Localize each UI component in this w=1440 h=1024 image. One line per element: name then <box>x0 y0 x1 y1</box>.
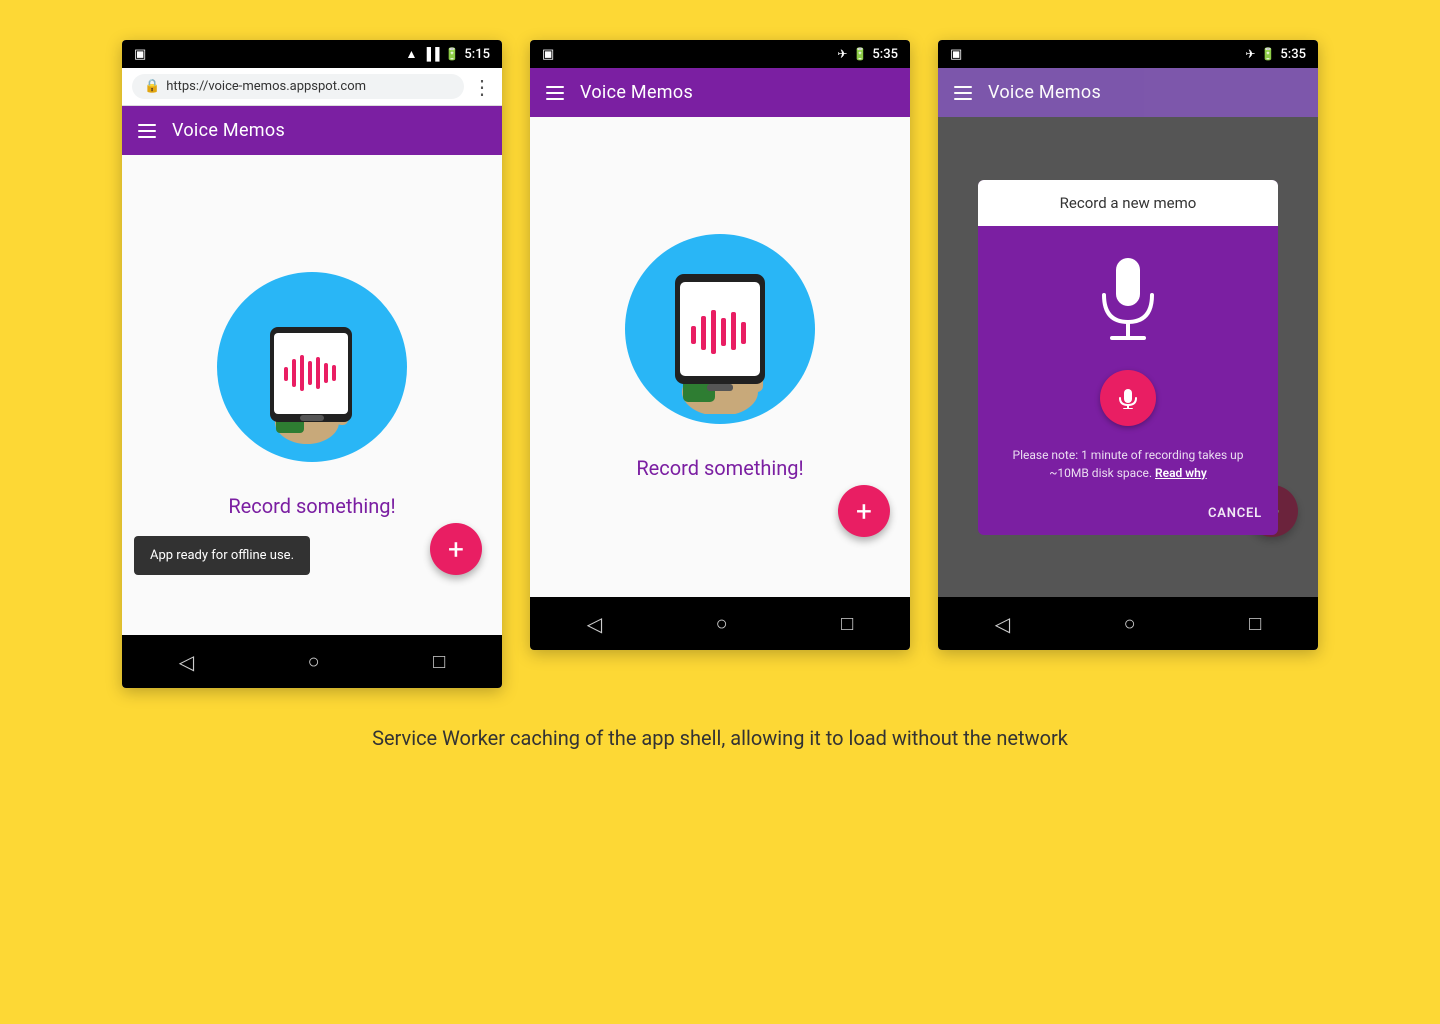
battery-icon-1: 🔋 <box>444 47 459 61</box>
status-bar-3: ▣ ✈ 🔋 5:35 <box>938 40 1318 68</box>
dialog-note: Please note: 1 minute of recording takes… <box>998 446 1258 482</box>
read-why-link[interactable]: Read why <box>1155 466 1207 480</box>
lock-icon: 🔒 <box>144 79 160 94</box>
time-2: 5:35 <box>872 47 898 62</box>
home-button-1[interactable]: ○ <box>308 649 320 674</box>
back-button-3[interactable]: ◁ <box>995 612 1010 636</box>
snackbar-text-1: App ready for offline use. <box>150 548 294 563</box>
home-button-2[interactable]: ○ <box>716 611 728 636</box>
app-toolbar-1: Voice Memos <box>122 106 502 155</box>
app-title-3: Voice Memos <box>988 82 1101 103</box>
time-3: 5:35 <box>1280 47 1306 62</box>
signal-icon-1: ▐▐ <box>422 47 439 61</box>
microphone-icon <box>1088 250 1168 350</box>
more-icon[interactable]: ⋮ <box>472 75 492 99</box>
phone-content-1: Record something! App ready for offline … <box>122 155 502 635</box>
record-memo-dialog: Record a new memo <box>978 180 1278 535</box>
fab-icon-2: + <box>856 495 872 528</box>
record-label-1: Record something! <box>228 494 395 518</box>
dialog-actions: CANCEL <box>978 498 1278 535</box>
hamburger-menu-1[interactable] <box>138 124 156 138</box>
hamburger-menu-2[interactable] <box>546 86 564 100</box>
time-1: 5:15 <box>464 47 490 62</box>
wifi-icon-1: ▲ <box>406 47 418 61</box>
back-button-1[interactable]: ◁ <box>179 650 194 674</box>
airplane-icon-2: ✈ <box>837 47 847 61</box>
dialog-overlay: Record a new memo <box>938 117 1318 597</box>
recent-button-2[interactable]: □ <box>841 611 853 636</box>
phone-illustration-circle-2 <box>625 234 815 424</box>
status-left-1: ▣ <box>134 47 146 62</box>
cancel-button[interactable]: CANCEL <box>1208 506 1262 521</box>
status-bar-1: ▣ ▲ ▐▐ 🔋 5:15 <box>122 40 502 68</box>
app-toolbar-2: Voice Memos <box>530 68 910 117</box>
phone-content-3: Record a new memo <box>938 117 1318 597</box>
phone-illustration-circle-1 <box>217 272 407 462</box>
home-button-3[interactable]: ○ <box>1124 611 1136 636</box>
url-text: https://voice-memos.appspot.com <box>166 79 366 94</box>
record-label-2: Record something! <box>636 456 803 480</box>
phone-icon-3: ▣ <box>950 47 962 62</box>
status-icons-2: ✈ 🔋 5:35 <box>837 47 898 62</box>
phone-content-2: Record something! + <box>530 117 910 597</box>
battery-icon-3: 🔋 <box>1260 47 1275 61</box>
nav-bar-3: ◁ ○ □ <box>938 597 1318 650</box>
fab-1[interactable]: + <box>430 523 482 575</box>
app-title-1: Voice Memos <box>172 120 285 141</box>
battery-icon-2: 🔋 <box>852 47 867 61</box>
nav-bar-1: ◁ ○ □ <box>122 635 502 688</box>
phone-icon-1: ▣ <box>134 47 146 62</box>
phones-row: ▣ ▲ ▐▐ 🔋 5:15 🔒 https://voice-memos.apps… <box>20 40 1420 688</box>
snackbar-1: App ready for offline use. <box>134 536 310 575</box>
phone-2: ▣ ✈ 🔋 5:35 Voice Memos <box>530 40 910 650</box>
record-btn-mic-icon <box>1117 387 1139 409</box>
page-caption: Service Worker caching of the app shell,… <box>372 724 1068 752</box>
phone-3: ▣ ✈ 🔋 5:35 Voice Memos Record a new memo <box>938 40 1318 650</box>
app-toolbar-3: Voice Memos <box>938 68 1318 117</box>
phone-illustration-svg-2 <box>645 244 795 414</box>
back-button-2[interactable]: ◁ <box>587 612 602 636</box>
hamburger-menu-3[interactable] <box>954 86 972 100</box>
phone-1: ▣ ▲ ▐▐ 🔋 5:15 🔒 https://voice-memos.apps… <box>122 40 502 688</box>
status-left-2: ▣ <box>542 47 554 62</box>
fab-icon-1: + <box>448 533 464 566</box>
chrome-url[interactable]: 🔒 https://voice-memos.appspot.com <box>132 74 464 99</box>
record-button[interactable] <box>1100 370 1156 426</box>
phone-illustration-svg-1 <box>242 287 382 447</box>
status-bar-2: ▣ ✈ 🔋 5:35 <box>530 40 910 68</box>
dialog-body: Please note: 1 minute of recording takes… <box>978 226 1278 498</box>
airplane-icon-3: ✈ <box>1245 47 1255 61</box>
status-icons-3: ✈ 🔋 5:35 <box>1245 47 1306 62</box>
dialog-title: Record a new memo <box>978 180 1278 226</box>
status-left-3: ▣ <box>950 47 962 62</box>
fab-2[interactable]: + <box>838 485 890 537</box>
app-title-2: Voice Memos <box>580 82 693 103</box>
chrome-bar[interactable]: 🔒 https://voice-memos.appspot.com ⋮ <box>122 68 502 106</box>
nav-bar-2: ◁ ○ □ <box>530 597 910 650</box>
phone-icon-2: ▣ <box>542 47 554 62</box>
recent-button-1[interactable]: □ <box>433 649 445 674</box>
recent-button-3[interactable]: □ <box>1249 611 1261 636</box>
status-icons-1: ▲ ▐▐ 🔋 5:15 <box>406 47 490 62</box>
